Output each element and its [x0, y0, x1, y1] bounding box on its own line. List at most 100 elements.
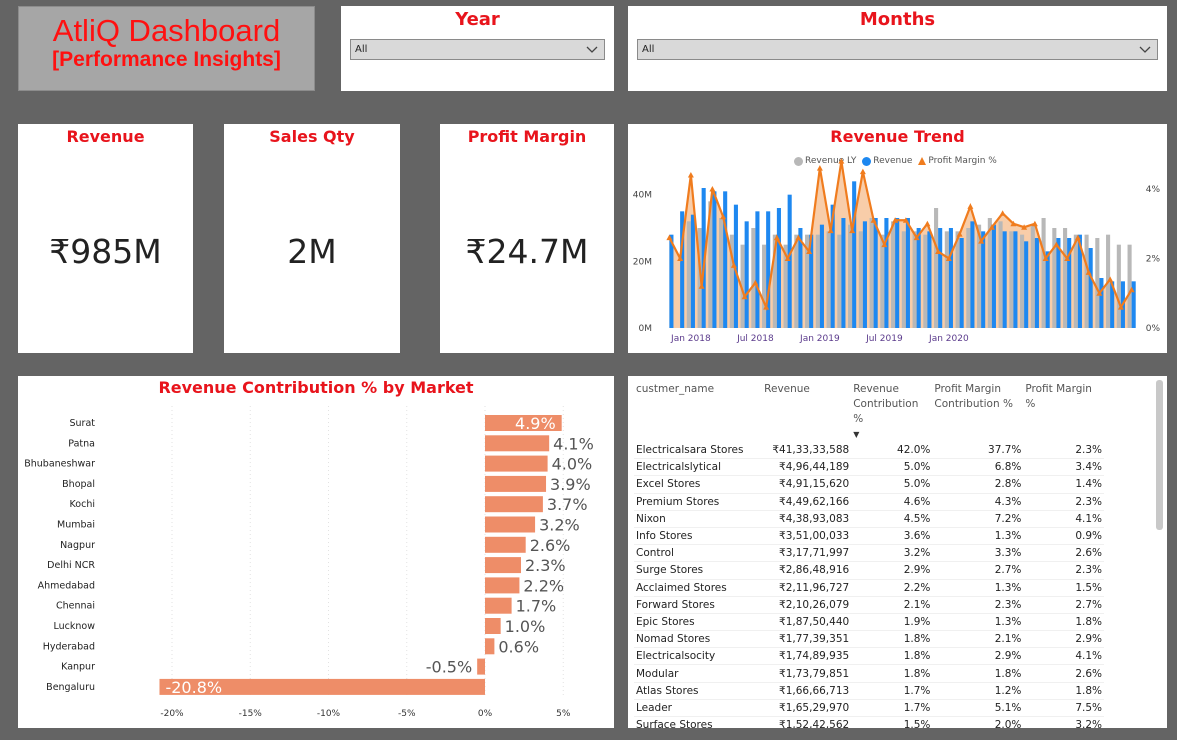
market-data-label: 2.3%: [525, 556, 566, 575]
table-cell: 2.8%: [932, 475, 1024, 494]
column-header-revenue-contribution[interactable]: Revenue Contribution % ▼: [851, 382, 932, 442]
table-cell: 2.9%: [851, 561, 933, 580]
x-tick-label: Jan 2020: [928, 334, 969, 344]
table-scrollbar[interactable]: [1156, 380, 1163, 530]
table-row[interactable]: Forward Stores ₹2,10,26,079 2.1% 2.3% 2.7%: [634, 596, 1104, 614]
market-bar: [485, 557, 521, 574]
column-header-customer[interactable]: custmer_name: [634, 382, 762, 442]
revenue-ly-bar: [923, 234, 928, 328]
table-row[interactable]: Control ₹3,17,71,997 3.2% 3.3% 2.6%: [634, 544, 1104, 563]
revenue-bar: [744, 221, 749, 328]
revenue-ly-bar: [1127, 244, 1132, 328]
revenue-bar: [819, 224, 824, 328]
market-label: Kochi: [70, 499, 95, 510]
revenue-ly-bar: [987, 218, 992, 328]
table-row[interactable]: Nixon ₹4,38,93,083 4.5% 7.2% 4.1%: [634, 510, 1104, 528]
table-cell: 2.7%: [1023, 596, 1104, 614]
table-cell: ₹1,66,66,713: [762, 682, 852, 700]
customer-name-cell: Nixon: [634, 510, 763, 528]
market-data-label: 0.6%: [498, 637, 539, 656]
revenue-ly-bar: [858, 231, 863, 328]
table-row[interactable]: Modular ₹1,73,79,851 1.8% 1.8% 2.6%: [634, 664, 1104, 683]
table-cell: 2.7%: [932, 561, 1024, 580]
revenue-ly-bar: [880, 234, 885, 328]
table-cell: ₹3,17,71,997: [762, 544, 852, 563]
table-cell: 2.6%: [1023, 544, 1104, 563]
table-row[interactable]: Electricalsara Stores ₹41,33,33,588 42.0% 3…: [634, 442, 1104, 460]
year-dropdown[interactable]: All: [350, 39, 605, 60]
x-tick-label: 0%: [478, 709, 493, 719]
table-row[interactable]: Nomad Stores ₹1,77,39,351 1.8% 2.1% 2.9%: [634, 630, 1104, 649]
months-dropdown[interactable]: All: [637, 39, 1158, 60]
kpi-profit-margin-label: Profit Margin: [467, 127, 587, 146]
table-cell: ₹2,11,96,727: [762, 579, 852, 597]
market-data-label: 2.2%: [523, 576, 564, 595]
market-data-label: -20.8%: [165, 678, 222, 697]
revenue-ly-bar: [1073, 234, 1078, 328]
revenue-bar: [723, 191, 728, 328]
market-data-label: 3.7%: [547, 495, 588, 514]
column-header-revenue[interactable]: Revenue: [762, 382, 851, 442]
customer-name-cell: Surface Stores: [634, 716, 763, 728]
revenue-ly-bar: [826, 231, 831, 328]
revenue-ly-bar: [869, 218, 874, 328]
customer-name-cell: Electricalsocity: [634, 647, 763, 666]
table-row[interactable]: Surface Stores ₹1,52,42,562 1.5% 2.0% 3.2%: [634, 716, 1104, 728]
profit-margin-point: [859, 168, 866, 175]
market-bar: [485, 638, 495, 655]
revenue-ly-bar: [901, 231, 906, 328]
customer-table-body: Electricalsara Stores ₹41,33,33,588 42.0% 3…: [634, 442, 1104, 728]
table-row[interactable]: Atlas Stores ₹1,66,66,713 1.7% 1.2% 1.8%: [634, 682, 1104, 700]
table-cell: ₹4,38,93,083: [762, 510, 852, 528]
market-label: Ahmedabad: [38, 580, 95, 591]
table-cell: ₹1,87,50,440: [762, 613, 852, 632]
table-row[interactable]: Epic Stores ₹1,87,50,440 1.9% 1.3% 1.8%: [634, 613, 1104, 632]
dashboard-title: AtliQ Dashboard: [52, 13, 281, 48]
market-label: Bhubaneshwar: [24, 459, 95, 470]
revenue-ly-bar: [794, 234, 799, 328]
revenue-bar: [1002, 231, 1007, 328]
market-data-label: 4.9%: [515, 414, 556, 433]
table-cell: ₹41,33,33,588: [762, 442, 852, 460]
year-slicer-title: Year: [455, 9, 500, 30]
table-row[interactable]: Acclaimed Stores ₹2,11,96,727 2.2% 1.3% 1.5%: [634, 579, 1104, 597]
kpi-card-sales-qty: Sales Qty 2M: [224, 124, 400, 353]
revenue-bar: [959, 238, 964, 328]
table-row[interactable]: Info Stores ₹3,51,00,033 3.6% 1.3% 0.9%: [634, 527, 1104, 546]
column-header-profit-margin[interactable]: Profit Margin %: [1023, 382, 1104, 442]
y2-tick-label: 2%: [1146, 254, 1161, 264]
customer-table-panel: custmer_name Revenue Revenue Contributio…: [628, 376, 1167, 728]
customer-name-cell: Surge Stores: [634, 561, 763, 580]
revenue-bar: [905, 218, 910, 328]
dashboard-subtitle: [Performance Insights]: [52, 48, 281, 71]
table-row[interactable]: Electricalslytical ₹4,96,44,189 5.0% 6.8% 3.…: [634, 458, 1104, 477]
year-dropdown-value: All: [355, 44, 368, 55]
table-cell: 3.2%: [1023, 716, 1104, 728]
market-label: Lucknow: [54, 621, 96, 632]
x-tick-label: -10%: [317, 709, 341, 719]
y-tick-label: 20M: [633, 257, 652, 267]
customer-name-cell: Info Stores: [634, 527, 763, 546]
table-cell: 2.1%: [851, 596, 933, 614]
table-cell: 1.7%: [851, 699, 933, 718]
revenue-bar: [690, 214, 695, 328]
y-tick-label: 40M: [633, 191, 652, 201]
table-row[interactable]: Leader ₹1,65,29,970 1.7% 5.1% 7.5%: [634, 699, 1104, 718]
table-row[interactable]: Electricalsocity ₹1,74,89,935 1.8% 2.9% 4.1%: [634, 647, 1104, 666]
x-tick-label: 5%: [556, 709, 571, 719]
customer-name-cell: Forward Stores: [634, 596, 763, 614]
table-row[interactable]: Premium Stores ₹4,49,62,166 4.6% 4.3% 2.3%: [634, 493, 1104, 511]
column-header-profit-margin-contribution[interactable]: Profit Margin Contribution %: [932, 382, 1023, 442]
customer-name-cell: Electricalsara Stores: [634, 442, 763, 460]
table-row[interactable]: Excel Stores ₹4,91,15,620 5.0% 2.8% 1.4%: [634, 475, 1104, 494]
x-tick-label: Jan 2019: [799, 334, 840, 344]
months-dropdown-value: All: [642, 44, 655, 55]
revenue-bar: [1056, 238, 1061, 328]
kpi-revenue-label: Revenue: [66, 127, 145, 146]
table-cell: ₹2,10,26,079: [762, 596, 852, 614]
table-row[interactable]: Surge Stores ₹2,86,48,916 2.9% 2.7% 2.3%: [634, 561, 1104, 580]
market-data-label: -0.5%: [426, 658, 472, 677]
customer-name-cell: Atlas Stores: [634, 682, 763, 700]
x-tick-label: -15%: [239, 709, 263, 719]
customer-name-cell: Epic Stores: [634, 613, 763, 632]
